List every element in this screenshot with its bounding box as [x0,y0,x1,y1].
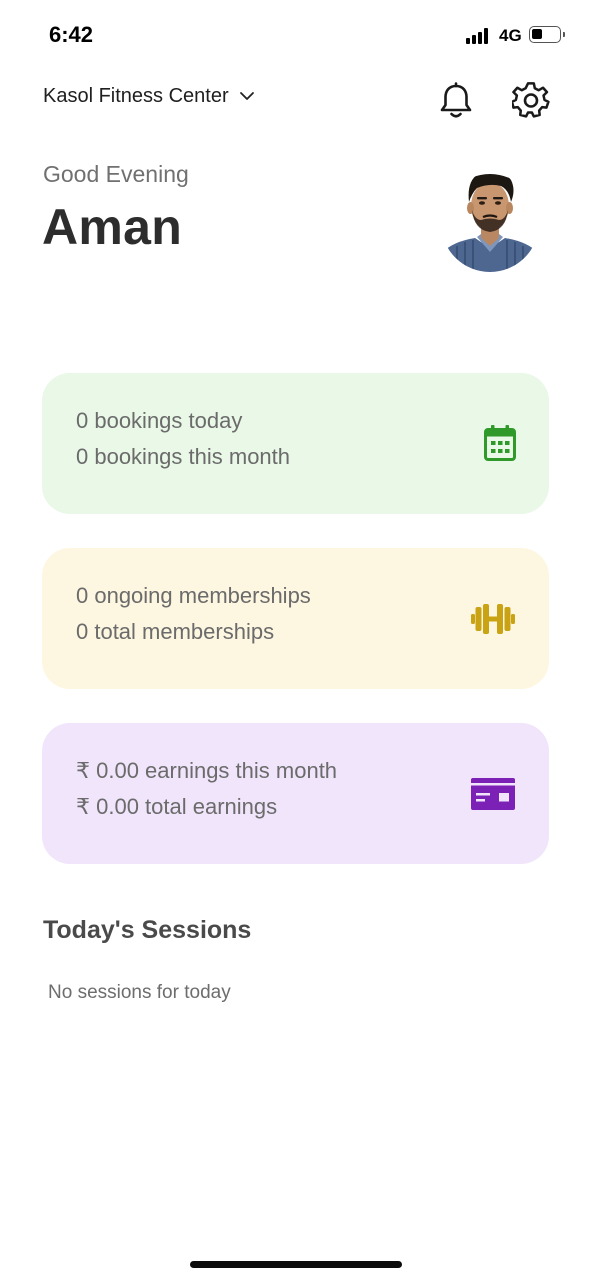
avatar[interactable] [441,162,539,280]
bookings-card[interactable]: 0 bookings today 0 bookings this month [42,373,549,514]
credit-card-icon [471,778,515,810]
status-bar: 6:42 4G [0,0,591,70]
sessions-title: Today's Sessions [43,916,252,944]
battery-icon [529,26,565,43]
total-memberships: 0 total memberships [76,619,275,644]
calendar-icon [484,425,516,461]
greeting-text: Good Evening [43,161,189,187]
bell-icon[interactable] [438,82,474,120]
bookings-month: 0 bookings this month [76,444,291,469]
earnings-card[interactable]: ₹ 0.00 earnings this month ₹ 0.00 total … [42,723,549,864]
bookings-today: 0 bookings today [76,408,243,433]
gear-icon[interactable] [512,82,550,120]
home-indicator[interactable] [190,1261,402,1268]
user-name: Aman [42,199,183,255]
status-time: 6:42 [49,22,94,47]
sessions-empty-text: No sessions for today [48,982,231,1003]
dumbbell-icon [471,604,515,634]
network-type: 4G [499,26,522,45]
center-selector[interactable]: Kasol Fitness Center [43,84,255,108]
memberships-card[interactable]: 0 ongoing memberships 0 total membership… [42,548,549,689]
signal-icon [466,28,492,44]
ongoing-memberships: 0 ongoing memberships [76,583,311,608]
center-name: Kasol Fitness Center [43,84,229,107]
earnings-total: ₹ 0.00 total earnings [76,794,278,819]
chevron-down-icon [239,92,254,100]
earnings-month: ₹ 0.00 earnings this month [76,758,338,783]
